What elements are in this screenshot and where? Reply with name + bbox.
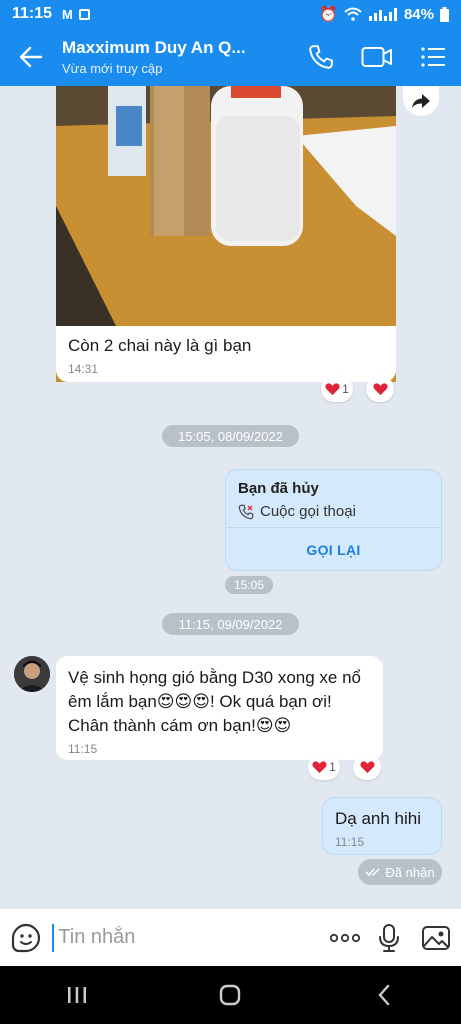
call-title: Bạn đã hủy xyxy=(238,480,319,497)
system-nav-bar xyxy=(0,966,461,1024)
heart-icon xyxy=(312,761,327,774)
status-time: 11:15 xyxy=(12,5,53,22)
notification-icon xyxy=(78,8,90,20)
chat-menu-button[interactable] xyxy=(405,28,461,86)
status-bar: 11:15 M ⏰ 84% xyxy=(0,0,461,28)
voice-call-button[interactable] xyxy=(293,28,349,86)
gmail-notification-icon: M xyxy=(62,6,73,22)
contact-info[interactable]: Maxximum Duy An Q... Vừa mới truy cập xyxy=(62,38,293,76)
image-caption: Còn 2 chai này là gì bạn xyxy=(68,336,252,355)
message-text: Vệ sinh họng gió bằng D30 xong xe nổ êm … xyxy=(68,668,362,735)
phone-icon xyxy=(309,45,333,69)
image-time: 14:31 xyxy=(68,362,99,376)
photo-bottles-on-desk xyxy=(56,86,396,326)
double-check-icon xyxy=(365,868,380,877)
image-caption-card[interactable]: Còn 2 chai này là gì bạn 14:31 xyxy=(56,326,396,382)
battery-percent: 84% xyxy=(403,5,434,23)
contact-status: Vừa mới truy cập xyxy=(62,61,163,76)
home-icon xyxy=(220,984,241,1006)
battery-icon xyxy=(440,6,449,22)
message-text: Dạ anh hihi xyxy=(335,809,422,828)
video-call-button[interactable] xyxy=(349,28,405,86)
home-button[interactable] xyxy=(190,966,270,1024)
more-button[interactable] xyxy=(323,909,367,967)
more-dots-icon xyxy=(329,933,361,942)
react-button[interactable] xyxy=(366,376,394,402)
image-gallery-icon xyxy=(421,925,450,950)
microphone-icon xyxy=(378,923,399,952)
delivery-status-text: Đã nhận xyxy=(385,864,435,880)
message-input-bar xyxy=(0,908,461,966)
avatar[interactable] xyxy=(14,656,50,692)
delivery-status: Đã nhận xyxy=(358,859,442,885)
call-log-card: Bạn đã hủy Cuộc gọi thoại GỌI LẠI xyxy=(225,469,442,571)
call-time: 15:05 xyxy=(225,576,273,594)
share-forward-icon xyxy=(412,94,430,108)
arrow-left-icon xyxy=(19,46,43,68)
date-separator: 11:15, 09/09/2022 xyxy=(162,613,299,635)
wifi-icon xyxy=(344,7,362,21)
react-button[interactable] xyxy=(353,754,381,780)
missed-call-icon xyxy=(238,504,254,519)
date-separator: 15:05, 08/09/2022 xyxy=(162,425,299,447)
chevron-left-icon xyxy=(378,984,390,1006)
incoming-message[interactable]: Vệ sinh họng gió bằng D30 xong xe nổ êm … xyxy=(56,656,383,760)
sticker-face-icon xyxy=(12,923,41,952)
reaction-count-badge[interactable]: 1 xyxy=(321,376,353,402)
back-button[interactable] xyxy=(0,28,62,86)
reaction-count: 1 xyxy=(342,382,349,396)
reaction-count: 1 xyxy=(329,760,336,774)
voice-message-button[interactable] xyxy=(367,909,411,967)
contact-name: Maxximum Duy An Q... xyxy=(62,38,246,57)
call-back-button[interactable]: GỌI LẠI xyxy=(226,528,441,570)
message-input[interactable] xyxy=(52,923,324,952)
reaction-count-badge[interactable]: 1 xyxy=(308,754,340,780)
chat-area[interactable]: Còn 2 chai này là gì bạn 14:31 1 15:05, … xyxy=(0,86,461,908)
contact-avatar-image xyxy=(14,656,50,692)
heart-icon xyxy=(372,383,388,396)
chat-header: Maxximum Duy An Q... Vừa mới truy cập xyxy=(0,28,461,86)
alarm-icon: ⏰ xyxy=(319,6,338,23)
sticker-button[interactable] xyxy=(0,909,52,967)
heart-icon xyxy=(325,383,340,396)
share-button[interactable] xyxy=(403,86,439,116)
video-camera-icon xyxy=(361,47,392,67)
system-back-button[interactable] xyxy=(344,966,424,1024)
call-type: Cuộc gọi thoại xyxy=(260,503,356,520)
list-menu-icon xyxy=(421,47,445,67)
gallery-button[interactable] xyxy=(410,909,461,967)
message-time: 11:15 xyxy=(335,835,365,849)
heart-icon xyxy=(359,761,375,774)
outgoing-message[interactable]: Dạ anh hihi 11:15 xyxy=(322,797,442,855)
recent-apps-icon xyxy=(67,987,86,1003)
recent-apps-button[interactable] xyxy=(37,966,117,1024)
signal-icon xyxy=(368,8,397,21)
